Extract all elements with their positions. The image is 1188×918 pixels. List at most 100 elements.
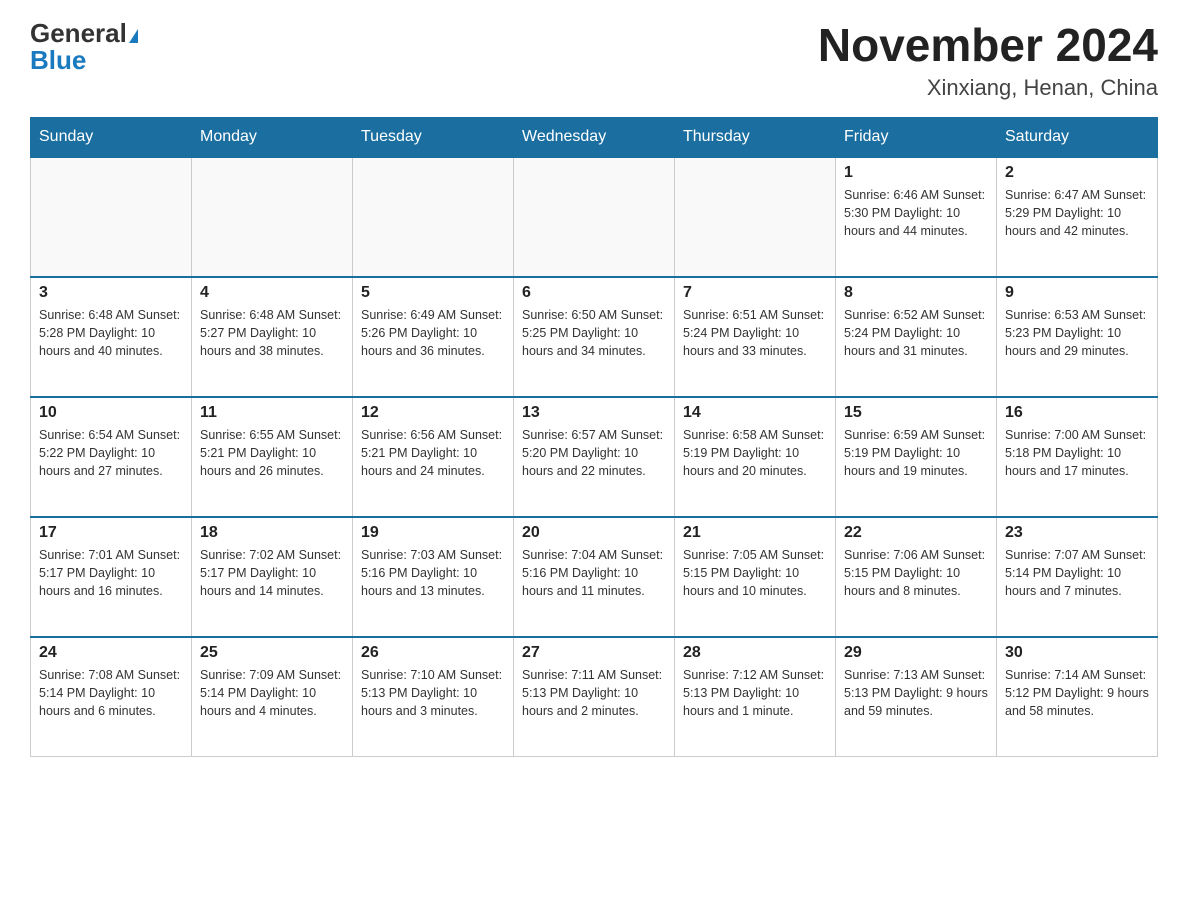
month-title: November 2024: [818, 20, 1158, 71]
day-number: 27: [522, 644, 666, 662]
day-info: Sunrise: 6:47 AM Sunset: 5:29 PM Dayligh…: [1005, 186, 1149, 240]
calendar-cell: [514, 157, 675, 277]
calendar-cell: 5Sunrise: 6:49 AM Sunset: 5:26 PM Daylig…: [353, 277, 514, 397]
day-info: Sunrise: 6:51 AM Sunset: 5:24 PM Dayligh…: [683, 306, 827, 360]
calendar-cell: 4 Sunrise: 6:48 AM Sunset: 5:27 PM Daylig…: [192, 277, 353, 397]
day-number: 16: [1005, 404, 1149, 422]
calendar-cell: 25 Sunrise: 7:09 AM Sunset: 5:14 PM Dayli…: [192, 637, 353, 757]
weekday-header-wednesday: Wednesday: [514, 117, 675, 157]
calendar-cell: 6 Sunrise: 6:50 AM Sunset: 5:25 PM Daylig…: [514, 277, 675, 397]
day-number: 22: [844, 524, 988, 542]
day-info: Sunrise: 6:48 AM Sunset: 5:27 PM Dayligh…: [200, 306, 344, 360]
day-info: Sunrise: 6:50 AM Sunset: 5:25 PM Dayligh…: [522, 306, 666, 360]
day-info: Sunrise: 7:14 AM Sunset: 5:12 PM Dayligh…: [1005, 666, 1149, 720]
day-info: Sunrise: 7:05 AM Sunset: 5:15 PM Dayligh…: [683, 546, 827, 600]
calendar-cell: 30 Sunrise: 7:14 AM Sunset: 5:12 PM Dayli…: [997, 637, 1158, 757]
calendar-cell: 9 Sunrise: 6:53 AM Sunset: 5:23 PM Daylig…: [997, 277, 1158, 397]
week-row-5: 24 Sunrise: 7:08 AM Sunset: 5:14 PM Dayli…: [31, 637, 1158, 757]
day-number: 15: [844, 404, 988, 422]
calendar-cell: 27Sunrise: 7:11 AM Sunset: 5:13 PM Dayli…: [514, 637, 675, 757]
day-info: Sunrise: 7:07 AM Sunset: 5:14 PM Dayligh…: [1005, 546, 1149, 600]
location-title: Xinxiang, Henan, China: [818, 75, 1158, 101]
calendar-table: SundayMondayTuesdayWednesdayThursdayFrid…: [30, 117, 1158, 758]
day-info: Sunrise: 6:55 AM Sunset: 5:21 PM Dayligh…: [200, 426, 344, 480]
day-info: Sunrise: 7:03 AM Sunset: 5:16 PM Dayligh…: [361, 546, 505, 600]
day-number: 30: [1005, 644, 1149, 662]
calendar-cell: 1Sunrise: 6:46 AM Sunset: 5:30 PM Daylig…: [836, 157, 997, 277]
day-info: Sunrise: 6:54 AM Sunset: 5:22 PM Dayligh…: [39, 426, 183, 480]
week-row-1: 1Sunrise: 6:46 AM Sunset: 5:30 PM Daylig…: [31, 157, 1158, 277]
day-info: Sunrise: 7:10 AM Sunset: 5:13 PM Dayligh…: [361, 666, 505, 720]
weekday-header-monday: Monday: [192, 117, 353, 157]
day-number: 4: [200, 284, 344, 302]
calendar-cell: [31, 157, 192, 277]
page-header: General Blue November 2024 Xinxiang, Hen…: [30, 20, 1158, 101]
calendar-cell: 14 Sunrise: 6:58 AM Sunset: 5:19 PM Dayli…: [675, 397, 836, 517]
day-number: 23: [1005, 524, 1149, 542]
day-info: Sunrise: 6:58 AM Sunset: 5:19 PM Dayligh…: [683, 426, 827, 480]
day-number: 9: [1005, 284, 1149, 302]
day-number: 25: [200, 644, 344, 662]
day-info: Sunrise: 7:01 AM Sunset: 5:17 PM Dayligh…: [39, 546, 183, 600]
day-info: Sunrise: 6:53 AM Sunset: 5:23 PM Dayligh…: [1005, 306, 1149, 360]
calendar-cell: 16 Sunrise: 7:00 AM Sunset: 5:18 PM Dayli…: [997, 397, 1158, 517]
day-info: Sunrise: 7:12 AM Sunset: 5:13 PM Dayligh…: [683, 666, 827, 720]
day-number: 21: [683, 524, 827, 542]
calendar-cell: 10 Sunrise: 6:54 AM Sunset: 5:22 PM Dayli…: [31, 397, 192, 517]
day-number: 12: [361, 404, 505, 422]
day-info: Sunrise: 7:06 AM Sunset: 5:15 PM Dayligh…: [844, 546, 988, 600]
logo-general: General: [30, 18, 127, 48]
day-info: Sunrise: 6:48 AM Sunset: 5:28 PM Dayligh…: [39, 306, 183, 360]
day-info: Sunrise: 6:46 AM Sunset: 5:30 PM Dayligh…: [844, 186, 988, 240]
day-info: Sunrise: 6:52 AM Sunset: 5:24 PM Dayligh…: [844, 306, 988, 360]
calendar-cell: [675, 157, 836, 277]
calendar-cell: 8 Sunrise: 6:52 AM Sunset: 5:24 PM Daylig…: [836, 277, 997, 397]
calendar-cell: 19 Sunrise: 7:03 AM Sunset: 5:16 PM Dayli…: [353, 517, 514, 637]
logo: General Blue: [30, 20, 138, 74]
day-info: Sunrise: 7:13 AM Sunset: 5:13 PM Dayligh…: [844, 666, 988, 720]
day-number: 28: [683, 644, 827, 662]
calendar-cell: [353, 157, 514, 277]
calendar-cell: 7Sunrise: 6:51 AM Sunset: 5:24 PM Daylig…: [675, 277, 836, 397]
calendar-cell: 26Sunrise: 7:10 AM Sunset: 5:13 PM Dayli…: [353, 637, 514, 757]
day-number: 14: [683, 404, 827, 422]
day-info: Sunrise: 6:49 AM Sunset: 5:26 PM Dayligh…: [361, 306, 505, 360]
calendar-cell: 29Sunrise: 7:13 AM Sunset: 5:13 PM Dayli…: [836, 637, 997, 757]
calendar-cell: 23 Sunrise: 7:07 AM Sunset: 5:14 PM Dayli…: [997, 517, 1158, 637]
title-area: November 2024 Xinxiang, Henan, China: [818, 20, 1158, 101]
day-info: Sunrise: 6:57 AM Sunset: 5:20 PM Dayligh…: [522, 426, 666, 480]
calendar-cell: 24 Sunrise: 7:08 AM Sunset: 5:14 PM Dayli…: [31, 637, 192, 757]
day-number: 6: [522, 284, 666, 302]
calendar-cell: 2Sunrise: 6:47 AM Sunset: 5:29 PM Daylig…: [997, 157, 1158, 277]
weekday-header-tuesday: Tuesday: [353, 117, 514, 157]
logo-blue: Blue: [30, 45, 86, 75]
day-info: Sunrise: 6:59 AM Sunset: 5:19 PM Dayligh…: [844, 426, 988, 480]
day-number: 17: [39, 524, 183, 542]
logo-text: General: [30, 20, 138, 47]
day-info: Sunrise: 6:56 AM Sunset: 5:21 PM Dayligh…: [361, 426, 505, 480]
calendar-cell: [192, 157, 353, 277]
day-info: Sunrise: 7:00 AM Sunset: 5:18 PM Dayligh…: [1005, 426, 1149, 480]
week-row-3: 10 Sunrise: 6:54 AM Sunset: 5:22 PM Dayli…: [31, 397, 1158, 517]
day-number: 19: [361, 524, 505, 542]
calendar-cell: 20Sunrise: 7:04 AM Sunset: 5:16 PM Dayli…: [514, 517, 675, 637]
day-info: Sunrise: 7:04 AM Sunset: 5:16 PM Dayligh…: [522, 546, 666, 600]
day-number: 10: [39, 404, 183, 422]
weekday-header-thursday: Thursday: [675, 117, 836, 157]
day-info: Sunrise: 7:09 AM Sunset: 5:14 PM Dayligh…: [200, 666, 344, 720]
day-number: 18: [200, 524, 344, 542]
calendar-cell: 11Sunrise: 6:55 AM Sunset: 5:21 PM Dayli…: [192, 397, 353, 517]
day-number: 13: [522, 404, 666, 422]
calendar-cell: 3 Sunrise: 6:48 AM Sunset: 5:28 PM Daylig…: [31, 277, 192, 397]
day-number: 24: [39, 644, 183, 662]
calendar-cell: 17 Sunrise: 7:01 AM Sunset: 5:17 PM Dayli…: [31, 517, 192, 637]
day-number: 3: [39, 284, 183, 302]
calendar-cell: 21 Sunrise: 7:05 AM Sunset: 5:15 PM Dayli…: [675, 517, 836, 637]
day-info: Sunrise: 7:02 AM Sunset: 5:17 PM Dayligh…: [200, 546, 344, 600]
day-info: Sunrise: 7:08 AM Sunset: 5:14 PM Dayligh…: [39, 666, 183, 720]
logo-triangle-icon: [129, 29, 138, 43]
day-number: 8: [844, 284, 988, 302]
calendar-cell: 15 Sunrise: 6:59 AM Sunset: 5:19 PM Dayli…: [836, 397, 997, 517]
calendar-cell: 18 Sunrise: 7:02 AM Sunset: 5:17 PM Dayli…: [192, 517, 353, 637]
calendar-cell: 13 Sunrise: 6:57 AM Sunset: 5:20 PM Dayli…: [514, 397, 675, 517]
